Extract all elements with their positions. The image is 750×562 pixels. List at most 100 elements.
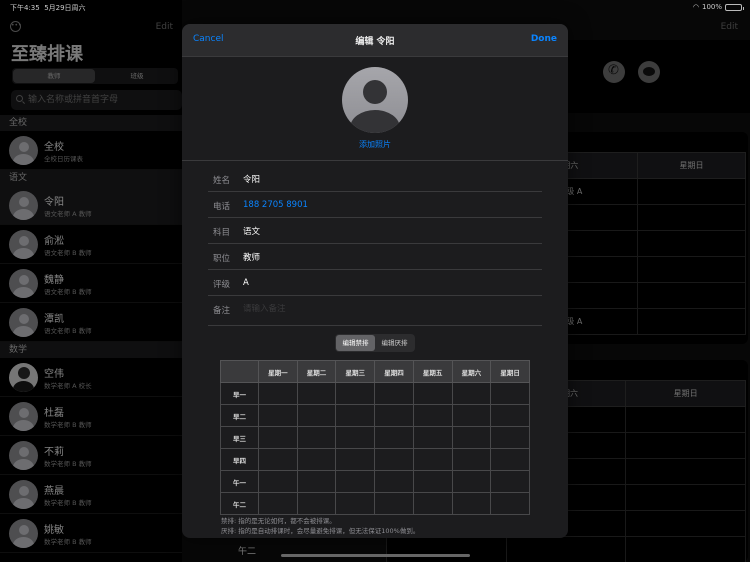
grid-cell[interactable] (374, 448, 414, 471)
schedule-cell[interactable] (637, 204, 746, 231)
grid-cell[interactable] (258, 448, 298, 471)
sidebar-edit-button[interactable]: Edit (156, 22, 173, 32)
field-input[interactable] (243, 200, 533, 210)
segment-teachers[interactable]: 教师 (13, 69, 95, 83)
grid-cell[interactable] (490, 492, 530, 515)
grid-cell[interactable] (374, 404, 414, 427)
teacher-list-item[interactable]: 不莉 数学老师 B 教师 (0, 436, 182, 475)
add-photo-button[interactable]: 添加照片 (182, 139, 568, 150)
schedule-cell[interactable] (625, 536, 746, 562)
grid-cell[interactable] (258, 470, 298, 493)
grid-cell[interactable] (490, 382, 530, 405)
field-label: 评级 (213, 280, 231, 290)
teacher-list-item[interactable]: 俞淞 语文老师 B 教师 (0, 225, 182, 264)
grid-cell[interactable] (412, 492, 453, 515)
grid-cell[interactable] (335, 492, 376, 515)
person-head-icon (18, 142, 29, 152)
field-input[interactable] (243, 278, 533, 288)
grid-cell[interactable] (412, 470, 453, 493)
grid-cell[interactable] (335, 448, 376, 471)
schedule-cell[interactable] (637, 178, 746, 205)
teacher-list-item[interactable]: 潭凯 语文老师 B 教师 (0, 303, 182, 342)
grid-cell[interactable] (412, 404, 453, 427)
home-indicator[interactable] (281, 554, 470, 557)
grid-cell[interactable] (374, 426, 414, 449)
grid-cell[interactable] (490, 426, 530, 449)
grid-day-header: 星期一 (258, 360, 298, 383)
grid-cell[interactable] (412, 426, 453, 449)
grid-cell[interactable] (451, 448, 492, 471)
grid-cell[interactable] (296, 448, 337, 471)
schedule-cell[interactable] (505, 536, 627, 562)
field-label: 姓名 (213, 176, 231, 186)
grid-cell[interactable] (451, 382, 492, 405)
grid-cell[interactable] (374, 470, 414, 493)
phone-icon[interactable] (603, 61, 625, 83)
message-icon[interactable] (638, 61, 660, 83)
grid-cell[interactable] (258, 492, 298, 515)
field-input[interactable] (243, 304, 533, 314)
segment-edit-forbidden[interactable]: 编辑禁排 (336, 335, 375, 351)
grid-cell[interactable] (335, 426, 376, 449)
grid-row: 早四 (220, 448, 530, 471)
schedule-cell[interactable] (625, 458, 746, 485)
grid-cell[interactable] (374, 382, 414, 405)
avatar-placeholder[interactable] (342, 67, 408, 133)
grid-cell[interactable] (412, 448, 453, 471)
segment-classes[interactable]: 班级 (96, 68, 178, 84)
teacher-subtitle: 数学老师 B 教师 (44, 499, 92, 507)
ellipsis-circle-icon[interactable]: ••• (10, 21, 22, 32)
grid-cell[interactable] (296, 426, 337, 449)
schedule-cell[interactable] (625, 510, 746, 537)
field-input[interactable] (243, 252, 533, 262)
column-header: 星期日 (637, 152, 746, 179)
grid-cell[interactable] (451, 470, 492, 493)
detail-edit-button[interactable]: Edit (721, 22, 738, 32)
teacher-subtitle: 语文老师 B 教师 (44, 288, 92, 296)
grid-cell[interactable] (296, 404, 337, 427)
grid-cell[interactable] (296, 492, 337, 515)
grid-cell[interactable] (296, 470, 337, 493)
field-input[interactable] (243, 226, 533, 236)
grid-cell[interactable] (374, 492, 414, 515)
done-button[interactable]: Done (531, 34, 557, 44)
segment-edit-avoid[interactable]: 编辑厌排 (375, 335, 414, 351)
schedule-cell[interactable] (625, 406, 746, 433)
grid-cell[interactable] (451, 492, 492, 515)
grid-cell[interactable] (258, 404, 298, 427)
schedule-cell[interactable] (386, 536, 507, 562)
teacher-list-item[interactable]: 燕晨 数学老师 B 教师 (0, 475, 182, 514)
schedule-cell[interactable] (637, 282, 746, 309)
schedule-cell[interactable] (637, 308, 746, 335)
schedule-cell[interactable] (637, 256, 746, 283)
grid-cell[interactable] (490, 404, 530, 427)
teacher-list-item[interactable]: 魏静 语文老师 B 教师 (0, 264, 182, 303)
teacher-list-item[interactable]: 空伟 数学老师 A 校长 (0, 358, 182, 397)
teacher-list-item[interactable]: 全校 全校日历课表 (0, 131, 182, 170)
grid-cell[interactable] (296, 382, 337, 405)
teacher-list-item[interactable]: 杜磊 数学老师 B 教师 (0, 397, 182, 436)
teacher-list-item[interactable]: 姚敏 数学老师 B 教师 (0, 514, 182, 553)
grid-cell[interactable] (258, 382, 298, 405)
schedule-cell[interactable] (637, 230, 746, 257)
grid-cell[interactable] (412, 382, 453, 405)
person-body-icon (13, 248, 34, 259)
grid-cell[interactable] (335, 470, 376, 493)
teacher-subtitle: 数学老师 B 教师 (44, 538, 92, 546)
search-input[interactable]: 输入名称或拼音首字母 (11, 90, 182, 110)
grid-cell[interactable] (490, 470, 530, 493)
grid-cell[interactable] (451, 404, 492, 427)
schedule-cell[interactable] (625, 432, 746, 459)
grid-cell[interactable] (258, 426, 298, 449)
teacher-list-item[interactable]: 令阳 语文老师 A 教师 (0, 186, 182, 225)
form-field: 职位 (208, 244, 542, 270)
person-body-icon (13, 381, 34, 392)
teacher-list: 全校 全校 全校日历课表 语文 令阳 语文老师 A 教师 俞淞 语文老师 B 教师 魏静 语文老师… (0, 115, 182, 553)
schedule-cell[interactable] (625, 484, 746, 511)
grid-cell[interactable] (490, 448, 530, 471)
grid-cell[interactable] (335, 382, 376, 405)
avatar (9, 480, 38, 509)
grid-cell[interactable] (451, 426, 492, 449)
field-input[interactable] (243, 174, 533, 184)
grid-cell[interactable] (335, 404, 376, 427)
